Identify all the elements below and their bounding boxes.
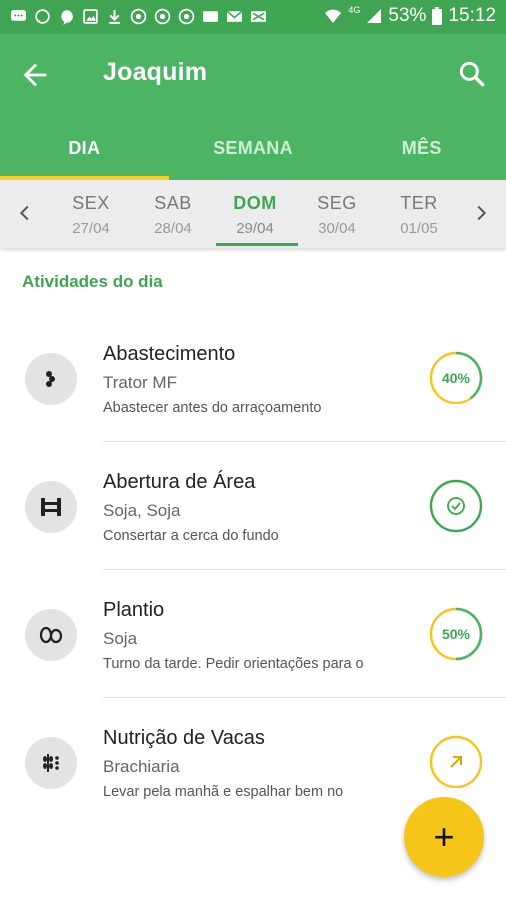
selected-day-indicator [216,243,298,246]
activity-description: Levar pela manhã e espalhar bem no [103,784,344,800]
section-title: Atividades do dia [22,272,163,291]
notification-icons [10,8,267,25]
message-icon [11,10,26,21]
progress-ring: 40% [429,351,483,405]
day-name: TER [400,193,438,213]
back-arrow-icon[interactable] [18,58,52,92]
activity-item[interactable]: Abertura de Área Soja, Soja Consertar a … [0,442,506,570]
day-selector: SEX 27/04 SAB 28/04 DOM 29/04 SEG 30/04 … [0,180,506,248]
image-icon [83,9,98,24]
activity-subtitle: Trator MF [103,373,177,392]
tab-dia[interactable]: DIA [0,116,169,180]
activity-name: Abertura de Área [103,471,256,493]
chevron-right-icon[interactable] [470,200,492,226]
status-bar: 4G 53% 15:12 [0,0,506,34]
fuel-icon [25,353,77,405]
activity-description: Abastecer antes do arraçoamento [103,400,322,416]
progress-ring: 50% [429,607,483,661]
day-item[interactable]: TER 01/05 [378,180,460,248]
day-date: 29/04 [236,220,274,237]
fence-icon [25,481,77,533]
activity-item[interactable]: Abastecimento Trator MF Abastecer antes … [0,314,506,442]
period-tabs: DIA SEMANA MÊS [0,116,506,180]
day-name: SEG [317,193,357,213]
battery-icon [432,7,443,25]
day-item[interactable]: SEG 30/04 [296,180,378,248]
day-item-selected[interactable]: DOM 29/04 [214,180,296,248]
activity-name: Nutrição de Vacas [103,727,265,749]
day-name: SEX [72,193,110,213]
battery-percent: 53% [388,5,427,26]
clock: 15:12 [448,5,496,26]
page-title: Joaquim [103,58,208,86]
search-icon[interactable] [456,58,488,90]
app-bar: Joaquim [0,34,506,116]
chat-icon [61,10,73,25]
system-status: 4G 53% 15:12 [324,5,496,27]
activity-subtitle: Soja [103,629,138,648]
chrome-icon [178,8,195,25]
chrome-icon [154,8,171,25]
day-item[interactable]: SAB 28/04 [132,180,214,248]
gmail-icon [226,10,243,22]
day-date: 30/04 [318,220,356,237]
activity-name: Abastecimento [103,343,236,365]
progress-label: 40% [442,370,471,386]
whatsapp-icon [35,9,50,24]
mail-icon [251,11,266,22]
day-name: DOM [233,193,277,213]
day-date: 27/04 [72,220,110,237]
day-date: 01/05 [400,220,438,237]
seeds-icon [25,609,77,661]
day-item[interactable]: SEX 27/04 [50,180,132,248]
chevron-left-icon[interactable] [14,200,36,226]
add-activity-button[interactable]: + [404,797,484,877]
app-icon [203,11,218,22]
activity-subtitle: Soja, Soja [103,501,181,520]
start-arrow-icon [429,735,483,789]
download-icon [109,10,120,24]
day-date: 28/04 [154,220,192,237]
activity-description: Consertar a cerca do fundo [103,528,279,544]
tab-semana[interactable]: SEMANA [169,116,338,180]
progress-label: 50% [442,626,471,642]
activity-name: Plantio [103,599,165,621]
wifi-icon [325,9,342,23]
activity-subtitle: Brachiaria [103,757,180,776]
activity-item[interactable]: Plantio Soja Turno da tarde. Pedir orien… [0,570,506,698]
network-label: 4G [348,5,361,15]
completed-check-icon [429,479,483,533]
tab-mes[interactable]: MÊS [337,116,506,180]
signal-icon [367,9,382,23]
chrome-icon [130,8,147,25]
grain-icon [25,737,77,789]
day-name: SAB [154,193,192,213]
activity-description: Turno da tarde. Pedir orientações para o [103,656,364,672]
